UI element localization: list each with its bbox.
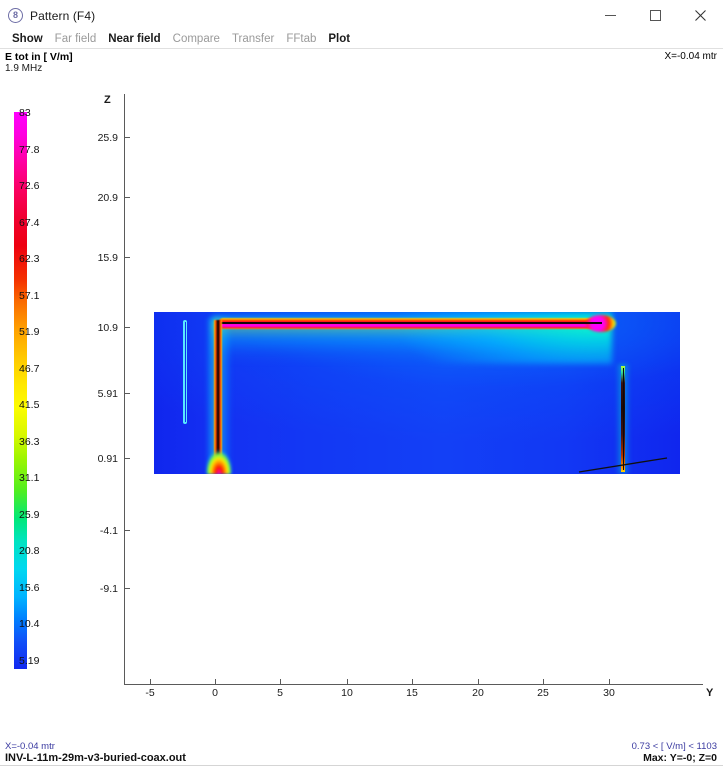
z-axis-name: Z — [104, 94, 111, 106]
y-tick-7 — [609, 679, 610, 684]
minimize-icon — [605, 15, 616, 16]
z-tick-6 — [125, 530, 130, 531]
y-tick-label-2: 5 — [277, 687, 283, 699]
colorbar-label-2: 72.6 — [19, 180, 40, 192]
y-tick-2 — [280, 679, 281, 684]
colorbar-label-6: 51.9 — [19, 326, 40, 338]
menu-item-far-field[interactable]: Far field — [49, 31, 103, 48]
colorbar-label-10: 31.1 — [19, 472, 40, 484]
title-bar-left: 8 Pattern (F4) — [8, 0, 95, 31]
left-parasitic-element-core — [184, 322, 186, 422]
z-tick-5 — [125, 458, 130, 459]
x-position-label: X=-0.04 mtr — [664, 51, 717, 62]
y-axis-line — [124, 684, 703, 685]
minimize-button[interactable] — [588, 0, 633, 31]
window-title: Pattern (F4) — [30, 8, 96, 23]
menu-item-transfer[interactable]: Transfer — [226, 31, 280, 48]
colorbar-label-7: 46.7 — [19, 363, 40, 375]
z-tick-0 — [125, 137, 130, 138]
y-tick-3 — [347, 679, 348, 684]
z-tick-label-6: -4.1 — [99, 525, 118, 537]
y-tick-6 — [543, 679, 544, 684]
y-tick-4 — [412, 679, 413, 684]
pattern-app-icon: 8 — [8, 8, 23, 23]
menu-bar: Show Far field Near field Compare Transf… — [0, 31, 723, 48]
maximize-icon — [650, 10, 661, 21]
colorbar-label-1: 77.8 — [19, 144, 40, 156]
window-controls — [588, 0, 723, 31]
z-tick-label-1: 20.9 — [97, 192, 118, 204]
colorbar-label-3: 67.4 — [19, 217, 40, 229]
close-icon — [695, 10, 706, 21]
menu-item-compare[interactable]: Compare — [167, 31, 226, 48]
status-x-position: X=-0.04 mtr — [5, 741, 55, 752]
colorbar-label-9: 36.3 — [19, 436, 40, 448]
menu-item-show[interactable]: Show — [6, 31, 49, 48]
y-tick-label-0: -5 — [145, 687, 155, 699]
colorbar-label-15: 5.19 — [19, 655, 40, 667]
colorbar-label-8: 41.5 — [19, 399, 40, 411]
z-tick-label-2: 15.9 — [97, 252, 118, 264]
status-max-location: Max: Y=-0; Z=0 — [643, 752, 717, 764]
z-axis-line — [124, 94, 125, 685]
near-field-heatmap[interactable] — [154, 312, 680, 474]
z-tick-label-7: -9.1 — [99, 583, 118, 595]
z-tick-2 — [125, 257, 130, 258]
y-tick-0 — [150, 679, 151, 684]
status-value-range: 0.73 < [ V/m] < 1103 — [631, 741, 717, 752]
z-tick-4 — [125, 393, 130, 394]
z-tick-7 — [125, 588, 130, 589]
colorbar-label-5: 57.1 — [19, 290, 40, 302]
y-tick-label-6: 25 — [537, 687, 549, 699]
z-tick-label-0: 25.9 — [97, 132, 118, 144]
menu-item-plot[interactable]: Plot — [322, 31, 356, 48]
quantity-label: E tot in [ V/m] — [5, 51, 73, 63]
y-tick-1 — [215, 679, 216, 684]
colorbar-label-0: 83 — [19, 107, 31, 119]
colorbar-label-11: 25.9 — [19, 509, 40, 521]
feed-point-hotspot — [206, 442, 232, 474]
y-tick-label-7: 30 — [603, 687, 615, 699]
y-tick-label-3: 10 — [341, 687, 353, 699]
y-tick-label-5: 20 — [472, 687, 484, 699]
colorbar-label-4: 62.3 — [19, 253, 40, 265]
y-tick-5 — [478, 679, 479, 684]
colorbar-label-12: 20.8 — [19, 545, 40, 557]
z-tick-label-4: 5.91 — [97, 388, 118, 400]
status-separator — [0, 765, 723, 766]
y-tick-label-1: 0 — [212, 687, 218, 699]
y-tick-label-4: 15 — [406, 687, 418, 699]
title-bar: 8 Pattern (F4) — [0, 0, 723, 32]
status-filename: INV-L-11m-29m-v3-buried-coax.out — [5, 752, 186, 764]
menu-item-fftab[interactable]: FFtab — [280, 31, 322, 48]
maximize-button[interactable] — [633, 0, 678, 31]
z-tick-label-5: 0.91 — [97, 453, 118, 465]
colorbar-label-14: 10.4 — [19, 618, 40, 630]
z-tick-label-3: 10.9 — [97, 322, 118, 334]
colorbar-label-13: 15.6 — [19, 582, 40, 594]
close-button[interactable] — [678, 0, 723, 31]
frequency-label: 1.9 MHz — [5, 63, 43, 74]
z-tick-3 — [125, 327, 130, 328]
z-tick-1 — [125, 197, 130, 198]
menu-separator — [0, 48, 723, 49]
ground-radial-wire — [577, 452, 669, 474]
menu-item-near-field[interactable]: Near field — [102, 31, 166, 48]
horizontal-wire-core — [220, 322, 602, 324]
y-axis-name: Y — [706, 687, 714, 699]
